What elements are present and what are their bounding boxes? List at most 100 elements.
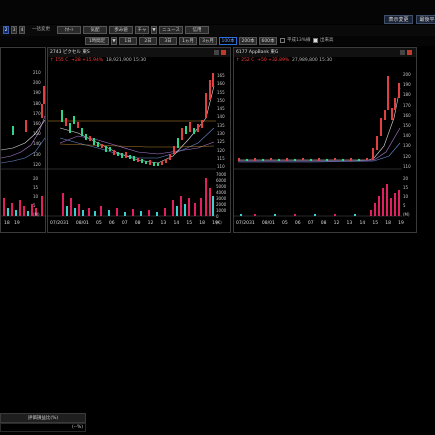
layout-2-button[interactable]: 2 bbox=[3, 26, 9, 34]
y-tick: 160 bbox=[403, 112, 411, 118]
range-200[interactable]: 200本 bbox=[239, 37, 257, 45]
y-tick: 190 bbox=[33, 90, 41, 96]
bulk-change-label: 一括変更 bbox=[32, 27, 50, 32]
period-select[interactable]: 1時間足 bbox=[85, 37, 109, 45]
y-tick: 140 bbox=[33, 141, 41, 147]
x-label: 19 bbox=[398, 221, 404, 226]
chart-button[interactable]: チャート bbox=[135, 26, 149, 41]
x-label: 14 bbox=[359, 221, 366, 226]
layout-3-button[interactable]: 3 bbox=[11, 26, 17, 34]
x-label: 15 bbox=[186, 221, 193, 226]
y-axis-3: 200 190 180 170 160 150 140 130 120 110 bbox=[403, 70, 418, 172]
y-tick: 170 bbox=[33, 110, 41, 116]
eval-ratio-box: 評価損益比(%) (--%) bbox=[0, 413, 86, 433]
y-tick: 190 bbox=[403, 82, 411, 88]
v-tick: 20 bbox=[403, 176, 409, 181]
x-label: 06 bbox=[108, 221, 115, 226]
v-axis-1: 20 15 10 5 (M) bbox=[33, 174, 47, 219]
y-tick: 210 bbox=[33, 70, 41, 75]
x-label: 12 bbox=[147, 221, 154, 226]
y-tick: 160 bbox=[217, 81, 225, 87]
y-tick: 165 bbox=[217, 73, 225, 78]
v-axis-3: 20 15 10 5 (M) bbox=[403, 174, 418, 219]
range-1d[interactable]: 1日 bbox=[119, 37, 137, 45]
chart-dropdown-arrow[interactable]: ▼ bbox=[151, 26, 157, 34]
x-label: 07 bbox=[307, 221, 314, 226]
v-unit: (K) bbox=[216, 220, 222, 225]
period-toolbar: 1時間足 ▼ 1日 2日 3日 1ヵ月 3ヵ月 100本 200本 600本 平… bbox=[0, 36, 435, 46]
x-label: 14 bbox=[173, 221, 180, 226]
y-tick: 135 bbox=[217, 122, 225, 128]
y-tick: 120 bbox=[403, 153, 411, 159]
x-label: 13 bbox=[346, 221, 353, 226]
chart-panel-2-svg bbox=[48, 73, 216, 217]
chart-panel-3: 6177 AppBank 東G ↑ 252 C +50 +32.89% 27,9… bbox=[233, 47, 417, 233]
volume-checkbox-label: 出来高 bbox=[320, 38, 334, 43]
x-label: 07/2031 bbox=[50, 221, 69, 226]
v-unit: (M) bbox=[403, 212, 410, 217]
y-tick: 140 bbox=[403, 133, 411, 139]
y-tick: 125 bbox=[217, 139, 225, 145]
chart-panel-3-svg bbox=[234, 76, 402, 217]
volume-checkbox[interactable] bbox=[313, 38, 318, 43]
y-axis-1: 210 200 190 180 170 160 150 140 130 120 bbox=[33, 68, 47, 170]
toolbar: 2 3 4 一括変更 ｸｵｰﾄ 気配 歩み値 チャート ▼ ニュース 信用 bbox=[0, 25, 435, 41]
y-tick: 200 bbox=[403, 72, 411, 77]
x-label: 15 bbox=[372, 221, 379, 226]
y-tick: 155 bbox=[217, 89, 225, 95]
x-label: 18 bbox=[4, 221, 10, 226]
y-tick: 110 bbox=[403, 163, 411, 169]
ma-checkbox[interactable] bbox=[280, 38, 285, 43]
layout-4-button[interactable]: 4 bbox=[19, 26, 25, 34]
margin-button[interactable]: 信用 bbox=[185, 26, 209, 34]
display-change-button[interactable]: 表示変更 bbox=[384, 15, 413, 24]
eval-ratio-value: (--%) bbox=[71, 425, 83, 430]
range-1m[interactable]: 1ヵ月 bbox=[179, 37, 197, 45]
quote-button[interactable]: ｸｵｰﾄ bbox=[57, 26, 81, 34]
y-tick: 140 bbox=[217, 114, 225, 120]
range-600[interactable]: 600本 bbox=[259, 37, 277, 45]
y-tick: 170 bbox=[403, 102, 411, 108]
header-button[interactable]: 最後平 bbox=[416, 15, 435, 24]
v-tick: 10 bbox=[403, 194, 409, 199]
range-3d[interactable]: 3日 bbox=[159, 37, 177, 45]
v-tick: 15 bbox=[33, 185, 39, 190]
v-unit: (M) bbox=[33, 212, 40, 217]
eval-ratio-header: 評価損益比(%) bbox=[0, 413, 86, 423]
tick-button[interactable]: 歩み値 bbox=[109, 26, 133, 34]
x-axis-2: 07/2031 08/01 05 06 07 08 12 13 14 15 18… bbox=[50, 221, 218, 229]
y-axis-2: 165 160 155 150 145 140 135 130 125 120 … bbox=[217, 72, 232, 172]
y-tick: 150 bbox=[33, 131, 41, 137]
chart-panel-1: 18 19 210 200 190 180 170 160 150 140 13… bbox=[0, 47, 47, 233]
v-tick: 5 bbox=[33, 203, 36, 208]
x-label: 05 bbox=[96, 221, 102, 226]
x-axis-3: 07/2031 08/01 05 06 07 08 12 13 14 15 18… bbox=[236, 221, 404, 229]
v-axis-2: 7000 6000 5000 4000 3000 2000 1000 0 (K) bbox=[216, 172, 232, 226]
y-tick: 145 bbox=[217, 106, 225, 112]
range-3m[interactable]: 3ヵ月 bbox=[199, 37, 217, 45]
x-label: 13 bbox=[160, 221, 167, 226]
v-tick: 20 bbox=[33, 176, 39, 181]
x-label: 18 bbox=[385, 221, 391, 226]
period-select-arrow[interactable]: ▼ bbox=[111, 37, 117, 45]
y-tick: 160 bbox=[33, 121, 41, 127]
x-label: 08/01 bbox=[261, 221, 275, 226]
range-2d[interactable]: 2日 bbox=[139, 37, 157, 45]
board-button[interactable]: 気配 bbox=[83, 26, 107, 34]
y-tick: 130 bbox=[33, 151, 41, 157]
range-100[interactable]: 100本 bbox=[219, 37, 237, 45]
x-label: 12 bbox=[333, 221, 340, 226]
x-label: 08 bbox=[320, 221, 327, 226]
eval-ratio-value-cell: (--%) bbox=[0, 423, 86, 432]
y-tick: 110 bbox=[217, 164, 225, 170]
x-label: 08/01 bbox=[75, 221, 89, 226]
x-label: 19 bbox=[14, 221, 20, 226]
x-label: 07/2031 bbox=[236, 221, 255, 226]
x-label: 06 bbox=[294, 221, 301, 226]
y-tick: 115 bbox=[217, 155, 225, 161]
news-button[interactable]: ニュース bbox=[159, 26, 183, 34]
y-tick: 150 bbox=[217, 97, 225, 103]
x-label: 05 bbox=[282, 221, 288, 226]
x-label: 18 bbox=[199, 221, 205, 226]
y-tick: 180 bbox=[33, 100, 41, 106]
